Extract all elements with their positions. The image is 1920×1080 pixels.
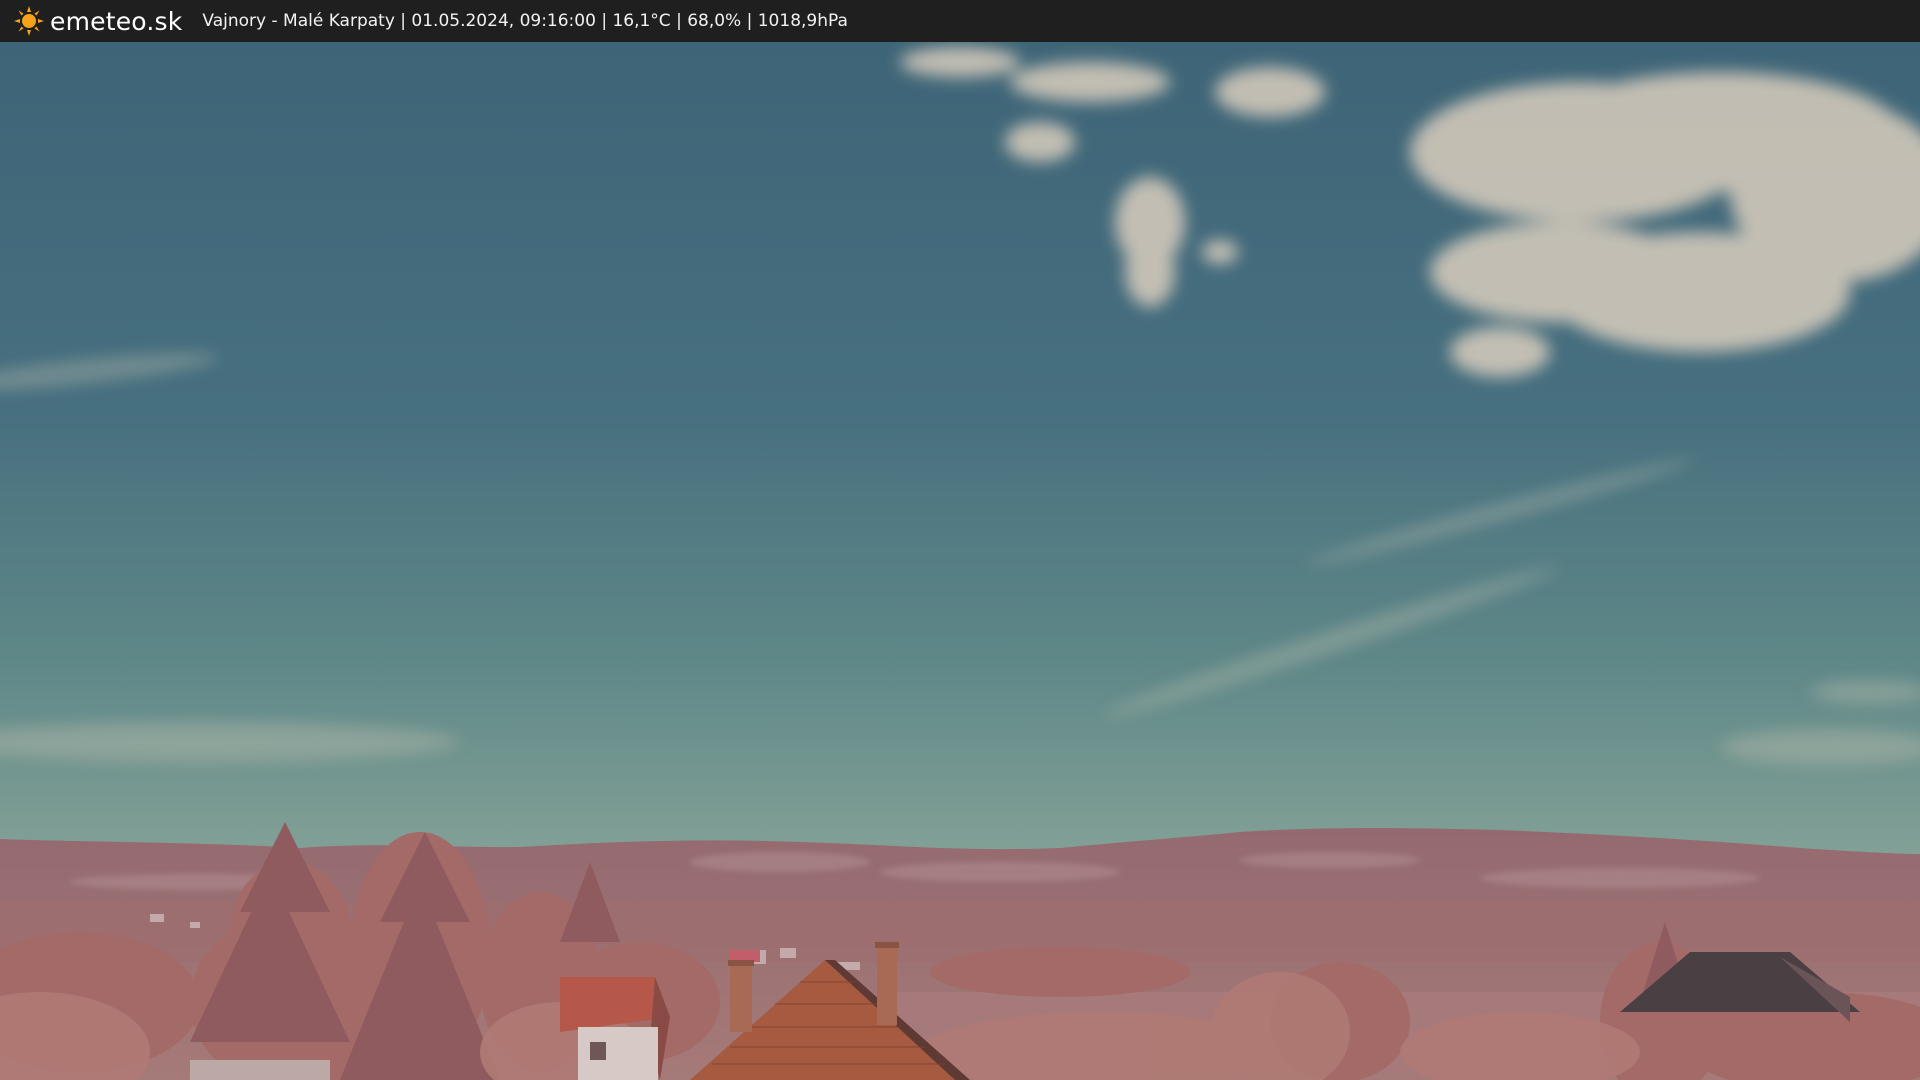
brand-logo[interactable]: emeteo.sk [14,0,182,42]
station-caption: Vajnory - Malé Karpaty | 01.05.2024, 09:… [202,11,848,31]
brand-name: emeteo.sk [50,6,183,36]
header-bar: emeteo.sk Vajnory - Malé Karpaty | 01.05… [0,0,1920,42]
webcam-frame: emeteo.sk Vajnory - Malé Karpaty | 01.05… [0,0,1920,1080]
webcam-image [0,42,1920,1080]
sun-icon [14,6,44,36]
